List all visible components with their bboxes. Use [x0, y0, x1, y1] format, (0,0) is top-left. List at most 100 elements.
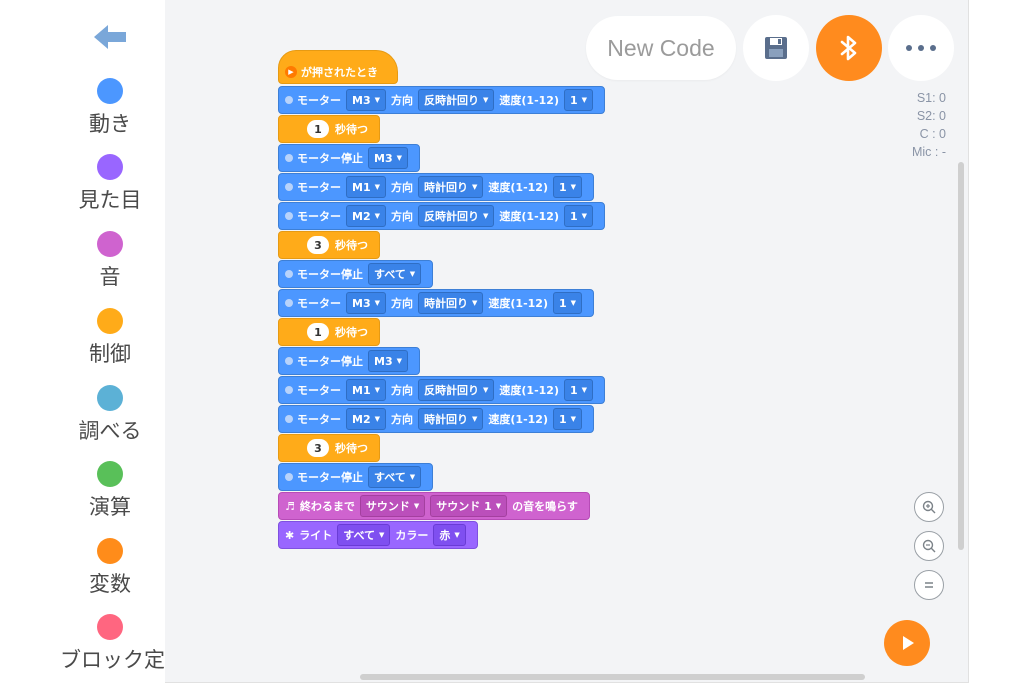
block-text: モーター [297, 210, 341, 223]
wait-seconds-input[interactable]: 3 [307, 236, 329, 254]
dropdown[interactable]: M3 ▼ [346, 89, 386, 111]
motor-icon [285, 270, 293, 278]
dropdown[interactable]: 時計回り ▼ [418, 408, 484, 430]
category-dot [97, 308, 123, 334]
zoom-out-button[interactable] [914, 531, 944, 561]
dropdown[interactable]: すべて ▼ [368, 263, 422, 285]
category-label: ブロック定 [60, 648, 165, 672]
category-dot [97, 538, 123, 564]
project-name-button[interactable]: New Code [586, 16, 736, 80]
motor-icon [285, 299, 293, 307]
dropdown[interactable]: 1 ▼ [552, 408, 583, 430]
motor-icon [285, 154, 293, 162]
when-flag-clicked-block[interactable]: ▶ が押されたとき [278, 50, 398, 84]
block-text: 方向 [391, 413, 413, 426]
motor-run-block[interactable]: モーター M3 ▼ 方向 反時計回り ▼ 速度(1-12) 1 ▼ [278, 86, 606, 114]
block-text: モーター [297, 413, 341, 426]
category-label: 動き [89, 112, 131, 136]
zoom-in-button[interactable] [914, 492, 944, 522]
vertical-scrollbar[interactable] [958, 162, 964, 550]
category-dot [97, 461, 123, 487]
block-text: 秒待つ [335, 239, 368, 252]
category-item[interactable]: 制御 [60, 308, 160, 368]
motor-stop-block[interactable]: モーター停止 M3 ▼ [278, 347, 420, 375]
category-item[interactable]: 動き [60, 78, 160, 138]
dropdown[interactable]: 赤 ▼ [433, 524, 466, 546]
block-text: 方向 [391, 94, 413, 107]
category-dot [97, 614, 123, 640]
dropdown[interactable]: 1 ▼ [563, 89, 594, 111]
sensor-readout: S1: 0 S2: 0 C : 0 Mic : - [866, 89, 946, 161]
dropdown[interactable]: M3 ▼ [368, 350, 408, 372]
dropdown[interactable]: M1 ▼ [346, 379, 386, 401]
dropdown[interactable]: 1 ▼ [563, 379, 594, 401]
block-text: 秒待つ [335, 326, 368, 339]
dropdown[interactable]: 反時計回り ▼ [418, 89, 495, 111]
dropdown[interactable]: 時計回り ▼ [418, 176, 484, 198]
motor-run-block[interactable]: モーター M3 ▼ 方向 時計回り ▼ 速度(1-12) 1 ▼ [278, 289, 595, 317]
dropdown[interactable]: 1 ▼ [552, 176, 583, 198]
zoom-out-icon [922, 539, 936, 553]
block-text: モーター [297, 384, 341, 397]
light-color-block[interactable]: ✱ ライト すべて ▼ カラー赤 ▼ [278, 521, 478, 549]
motor-run-block[interactable]: モーター M2 ▼ 方向 時計回り ▼ 速度(1-12) 1 ▼ [278, 405, 595, 433]
dropdown[interactable]: サウンド ▼ [359, 495, 426, 517]
wait-seconds-input[interactable]: 3 [307, 439, 329, 457]
category-item[interactable]: 音 [60, 231, 160, 291]
dropdown[interactable]: すべて ▼ [368, 466, 422, 488]
more-button[interactable] [888, 15, 954, 81]
wait-block[interactable]: 3 秒待つ [278, 434, 380, 462]
dropdown[interactable]: M2 ▼ [346, 408, 386, 430]
dropdown[interactable]: 1 ▼ [552, 292, 583, 314]
motor-icon [285, 386, 293, 394]
category-item[interactable]: 調べる [60, 385, 160, 445]
zoom-reset-button[interactable] [914, 570, 944, 600]
block-text: 速度(1-12) [488, 181, 548, 194]
motor-stop-block[interactable]: モーター停止 M3 ▼ [278, 144, 420, 172]
motor-run-block[interactable]: モーター M2 ▼ 方向 反時計回り ▼ 速度(1-12) 1 ▼ [278, 202, 606, 230]
motor-icon [285, 415, 293, 423]
category-item[interactable]: 変数 [60, 538, 160, 598]
bluetooth-icon [840, 35, 857, 61]
wait-seconds-input[interactable]: 1 [307, 120, 329, 138]
dropdown[interactable]: すべて ▼ [337, 524, 391, 546]
play-sound-until-done-block[interactable]: ♬ 終わるまで サウンド ▼ サウンド 1 ▼ の音を鳴らす [278, 492, 590, 520]
dropdown[interactable]: 時計回り ▼ [418, 292, 484, 314]
dropdown[interactable]: 反時計回り ▼ [418, 205, 495, 227]
flag-icon: ▶ [285, 66, 297, 78]
category-dot [97, 231, 123, 257]
category-item[interactable]: 演算 [60, 461, 160, 521]
wait-seconds-input[interactable]: 1 [307, 323, 329, 341]
category-label: 変数 [89, 572, 131, 596]
dropdown[interactable]: サウンド 1 ▼ [430, 495, 508, 517]
sensor-c: C : 0 [919, 127, 946, 141]
category-item[interactable]: 見た目 [60, 154, 160, 214]
block-text: 速度(1-12) [499, 384, 559, 397]
category-sidebar: 動き見た目音制御調べる演算変数ブロック定 [0, 0, 165, 684]
motor-run-block[interactable]: モーター M1 ▼ 方向 反時計回り ▼ 速度(1-12) 1 ▼ [278, 376, 606, 404]
dropdown[interactable]: M2 ▼ [346, 205, 386, 227]
bluetooth-button[interactable] [816, 15, 882, 81]
wait-block[interactable]: 1 秒待つ [278, 115, 380, 143]
wait-block[interactable]: 3 秒待つ [278, 231, 380, 259]
motor-stop-block[interactable]: モーター停止 すべて ▼ [278, 463, 434, 491]
project-name-label: New Code [607, 34, 715, 61]
block-text: モーター停止 [297, 471, 363, 484]
category-label: 見た目 [78, 188, 142, 212]
block-text: の音を鳴らす [512, 500, 578, 513]
dropdown[interactable]: 1 ▼ [563, 205, 594, 227]
save-button[interactable] [743, 15, 809, 81]
motor-stop-block[interactable]: モーター停止 すべて ▼ [278, 260, 434, 288]
block-text: 終わるまで [299, 500, 355, 513]
dropdown[interactable]: M1 ▼ [346, 176, 386, 198]
category-label: 制御 [89, 342, 131, 366]
dropdown[interactable]: M3 ▼ [346, 292, 386, 314]
motor-run-block[interactable]: モーター M1 ▼ 方向 時計回り ▼ 速度(1-12) 1 ▼ [278, 173, 595, 201]
back-button[interactable] [92, 22, 130, 52]
run-button[interactable] [884, 620, 930, 666]
wait-block[interactable]: 1 秒待つ [278, 318, 380, 346]
dropdown[interactable]: M3 ▼ [368, 147, 408, 169]
horizontal-scrollbar[interactable] [360, 674, 865, 680]
category-item[interactable]: ブロック定 [60, 614, 165, 674]
dropdown[interactable]: 反時計回り ▼ [418, 379, 495, 401]
